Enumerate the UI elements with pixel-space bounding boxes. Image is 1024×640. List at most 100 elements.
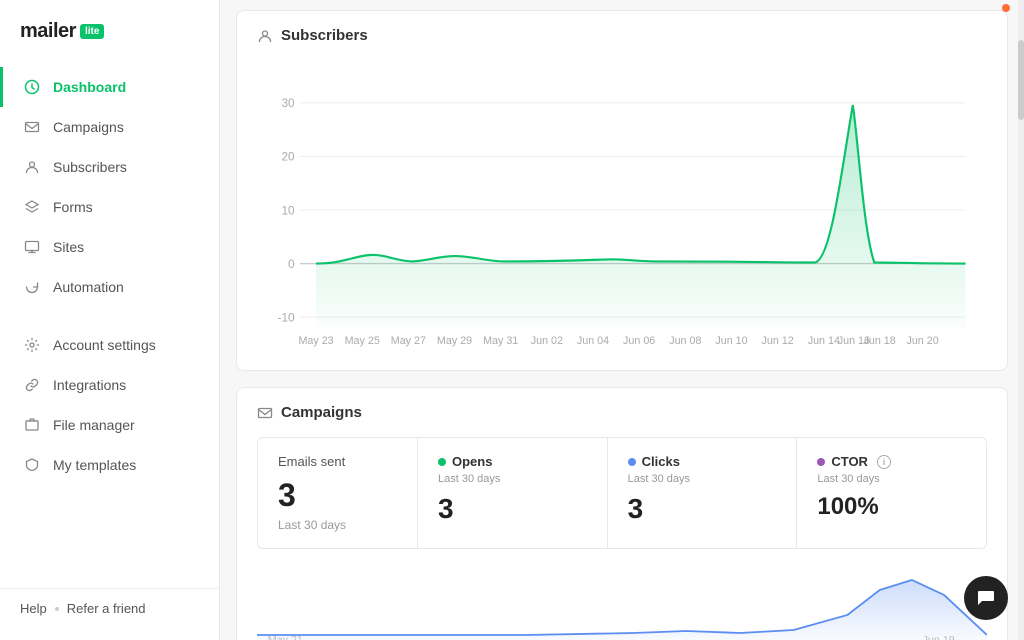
svg-text:May 27: May 27: [391, 335, 426, 347]
svg-text:Jun 04: Jun 04: [577, 335, 609, 347]
clicks-value: 3: [628, 493, 777, 525]
ctor-label: CTOR: [831, 454, 868, 469]
stat-ctor: CTOR i Last 30 days 100%: [797, 438, 986, 548]
campaigns-mini-chart: May 21 Jun 19: [257, 565, 987, 640]
sidebar-item-file-manager[interactable]: File manager: [0, 405, 219, 445]
sidebar-item-campaigns[interactable]: Campaigns: [0, 107, 219, 147]
person-chart-icon: [257, 28, 273, 44]
ctor-sublabel: Last 30 days: [817, 473, 966, 485]
svg-text:Jun 12: Jun 12: [762, 335, 794, 347]
sidebar-item-automation[interactable]: Automation: [0, 267, 219, 307]
content-area: Subscribers 30 20 10 0 -10: [220, 10, 1024, 640]
subscribers-chart-title: Subscribers: [257, 27, 987, 44]
clicks-dot: [628, 458, 636, 466]
emails-sent-sublabel: Last 30 days: [278, 518, 397, 532]
campaigns-stats: Emails sent 3 Last 30 days Opens Last 30…: [257, 437, 987, 549]
sidebar-item-label-file-manager: File manager: [53, 417, 135, 433]
opens-label: Opens: [452, 454, 492, 469]
shield-icon: [23, 456, 41, 474]
sidebar-item-account-settings[interactable]: Account settings: [0, 325, 219, 365]
sidebar-item-label-account-settings: Account settings: [53, 337, 156, 353]
main-content: Subscribers 30 20 10 0 -10: [220, 0, 1024, 640]
svg-text:May 29: May 29: [437, 335, 472, 347]
sidebar-item-label-campaigns: Campaigns: [53, 119, 124, 135]
orange-dot-indicator: [1002, 4, 1010, 12]
stat-emails-sent: Emails sent 3 Last 30 days: [258, 438, 418, 548]
sidebar-item-sites[interactable]: Sites: [0, 227, 219, 267]
sidebar-footer: Help Refer a friend: [0, 588, 219, 628]
svg-text:20: 20: [281, 151, 295, 164]
gear-icon: [23, 336, 41, 354]
ctor-value: 100%: [817, 493, 966, 521]
opens-dot: [438, 458, 446, 466]
svg-text:30: 30: [281, 97, 295, 110]
sidebar: mailer lite Dashboard Campaigns: [0, 0, 220, 640]
sidebar-item-subscribers[interactable]: Subscribers: [0, 147, 219, 187]
mini-chart-label-jun: Jun 19: [923, 635, 955, 640]
clicks-label: Clicks: [642, 454, 680, 469]
svg-text:Jun 14: Jun 14: [808, 335, 840, 347]
refresh-icon: [23, 278, 41, 296]
svg-text:0: 0: [288, 258, 295, 271]
logo-badge: lite: [80, 24, 104, 39]
help-link[interactable]: Help: [20, 601, 47, 616]
nav-section: Dashboard Campaigns Subscribers: [0, 67, 219, 588]
sidebar-item-label-forms: Forms: [53, 199, 93, 215]
svg-text:Jun 10: Jun 10: [715, 335, 747, 347]
mini-chart-label-may: May 21: [268, 635, 303, 640]
stat-clicks: Clicks Last 30 days 3: [608, 438, 798, 548]
mail-icon: [23, 118, 41, 136]
svg-text:May 25: May 25: [345, 335, 380, 347]
campaigns-title-text: Campaigns: [281, 404, 362, 421]
svg-text:Jun 02: Jun 02: [531, 335, 563, 347]
clock-icon: [23, 78, 41, 96]
mail-campaigns-icon: [257, 405, 273, 421]
sidebar-item-integrations[interactable]: Integrations: [0, 365, 219, 405]
svg-text:10: 10: [281, 204, 295, 217]
scrollbar-thumb[interactable]: [1018, 40, 1024, 120]
box-icon: [23, 416, 41, 434]
ctor-info-icon[interactable]: i: [877, 455, 891, 469]
link-icon: [23, 376, 41, 394]
opens-sublabel: Last 30 days: [438, 473, 587, 485]
sidebar-item-label-sites: Sites: [53, 239, 84, 255]
emails-sent-label: Emails sent: [278, 454, 397, 469]
opens-value: 3: [438, 493, 587, 525]
person-icon: [23, 158, 41, 176]
chat-bubble-button[interactable]: [964, 576, 1008, 620]
subscribers-chart-container: 30 20 10 0 -10: [257, 60, 987, 360]
svg-text:Jun 08: Jun 08: [669, 335, 701, 347]
svg-text:Jun 20: Jun 20: [906, 335, 938, 347]
clicks-sublabel: Last 30 days: [628, 473, 777, 485]
sidebar-item-dashboard[interactable]: Dashboard: [0, 67, 219, 107]
svg-text:May 23: May 23: [298, 335, 333, 347]
sidebar-item-label-dashboard: Dashboard: [53, 79, 126, 95]
sidebar-item-label-integrations: Integrations: [53, 377, 126, 393]
svg-text:Jun 06: Jun 06: [623, 335, 655, 347]
subscribers-chart-svg: 30 20 10 0 -10: [257, 60, 987, 360]
logo-text: mailer: [20, 20, 76, 43]
emails-sent-value: 3: [278, 477, 397, 514]
svg-text:Jun 18: Jun 18: [864, 335, 896, 347]
subscribers-chart-card: Subscribers 30 20 10 0 -10: [236, 10, 1008, 371]
campaigns-card-title: Campaigns: [257, 404, 987, 421]
logo-area: mailer lite: [0, 0, 219, 67]
ctor-dot: [817, 458, 825, 466]
subscribers-title-text: Subscribers: [281, 27, 368, 44]
scrollbar-track[interactable]: [1018, 0, 1024, 640]
svg-text:-10: -10: [278, 311, 295, 324]
chat-icon: [975, 587, 997, 609]
sidebar-item-forms[interactable]: Forms: [0, 187, 219, 227]
sidebar-item-my-templates[interactable]: My templates: [0, 445, 219, 485]
sidebar-item-label-my-templates: My templates: [53, 457, 136, 473]
layers-icon: [23, 198, 41, 216]
sidebar-item-label-subscribers: Subscribers: [53, 159, 127, 175]
stat-opens: Opens Last 30 days 3: [418, 438, 608, 548]
svg-text:May 31: May 31: [483, 335, 518, 347]
refer-link[interactable]: Refer a friend: [67, 601, 146, 616]
campaigns-card: Campaigns Emails sent 3 Last 30 days Ope…: [236, 387, 1008, 640]
mini-chart-svg: May 21 Jun 19: [257, 565, 987, 640]
sidebar-item-label-automation: Automation: [53, 279, 124, 295]
footer-separator: [55, 607, 59, 611]
monitor-icon: [23, 238, 41, 256]
